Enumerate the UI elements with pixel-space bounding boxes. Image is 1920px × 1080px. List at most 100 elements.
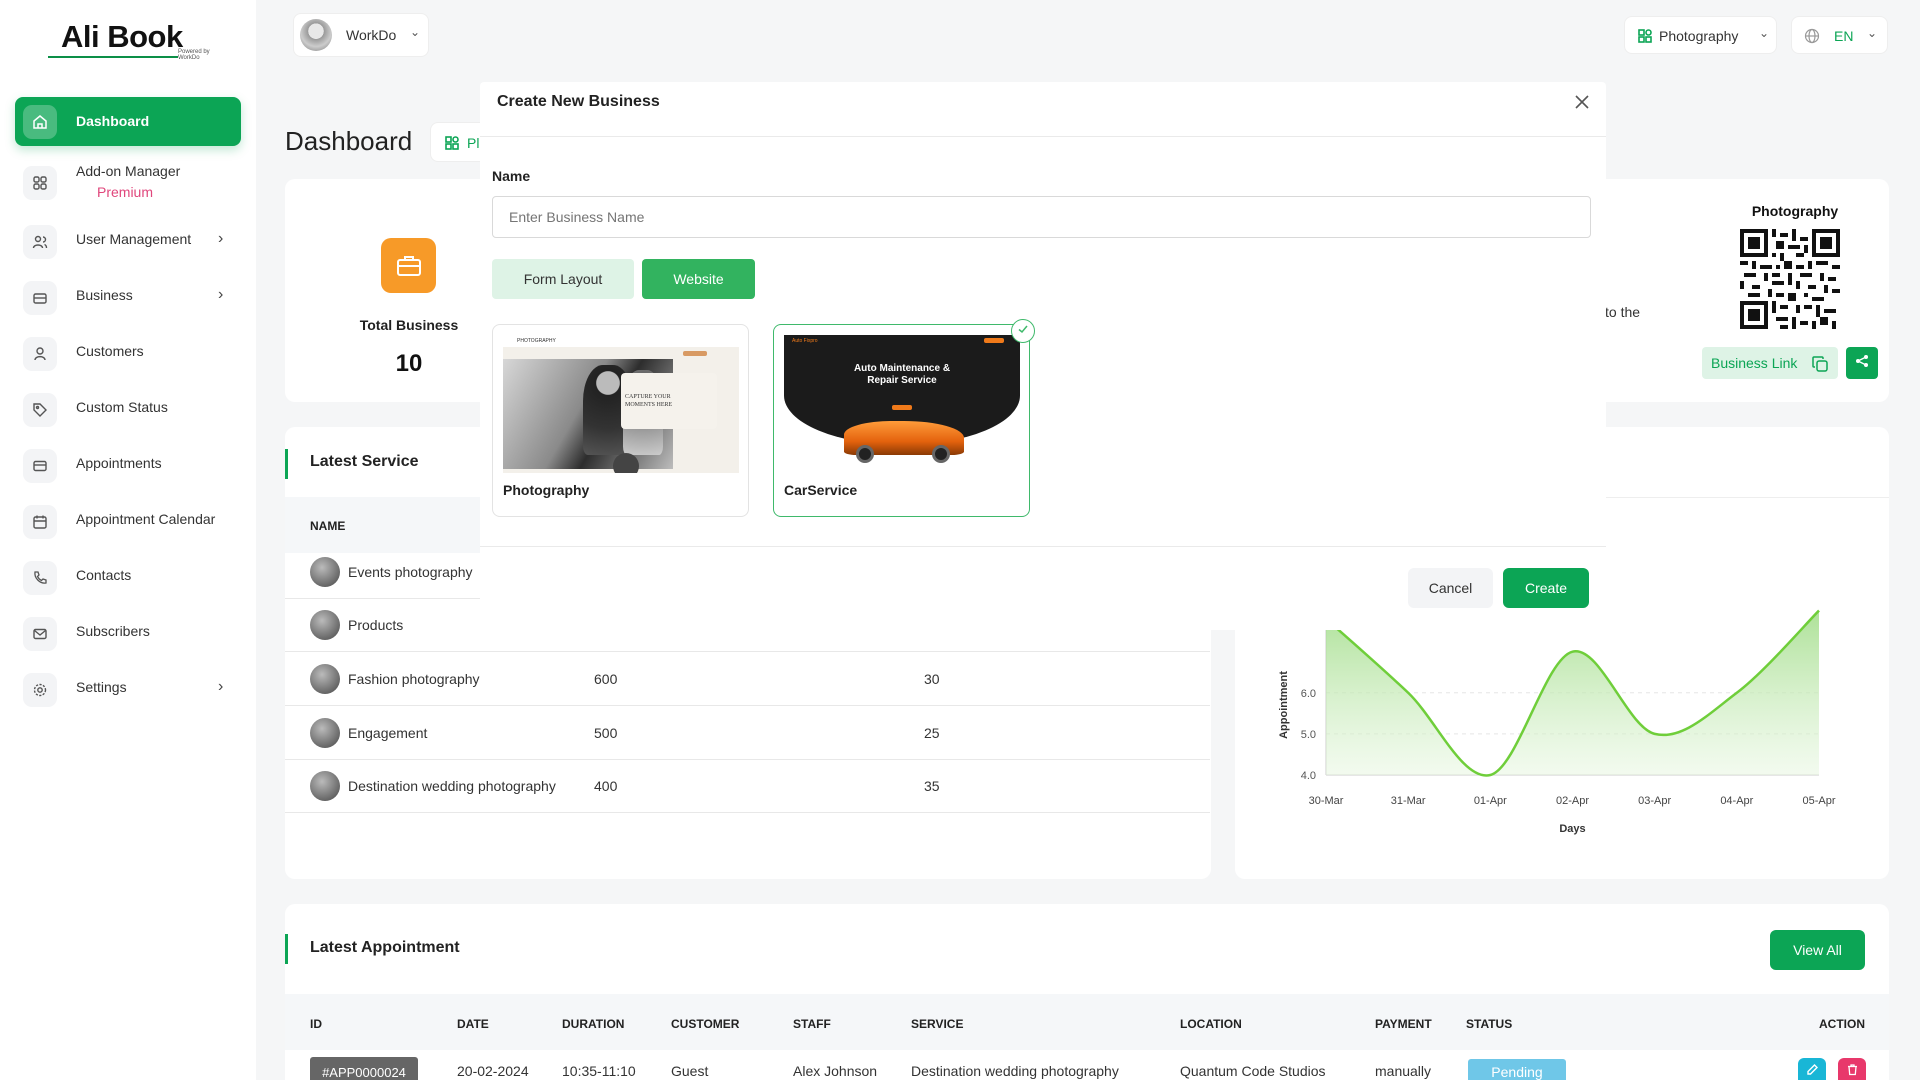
latest-appointment-title: Latest Appointment [310, 939, 460, 956]
template-preview-image: PHOTOGRAPHY CAPTURE YOUR MOMENTS HERE [503, 335, 739, 473]
grid-icon [444, 135, 460, 156]
create-button[interactable]: Create [1503, 568, 1589, 608]
business-selector[interactable]: Photography ⌄ [1624, 16, 1777, 54]
share-button[interactable] [1846, 347, 1878, 379]
sidebar-item-label: Contacts [76, 567, 132, 583]
latest-service-title: Latest Service [310, 453, 419, 470]
logo[interactable]: Ali Book Powered by WorkDo [48, 18, 210, 61]
appointment-customer: Guest [671, 1063, 709, 1079]
service-duration: 25 [924, 725, 940, 741]
sidebar-item-subscribers[interactable]: Subscribers [15, 614, 241, 654]
sidebar-item-appointment-calendar[interactable]: Appointment Calendar [15, 502, 241, 542]
template-preview-image: Auto Fixpro Auto Maintenance & Repair Se… [784, 335, 1020, 473]
selected-check-badge [1011, 319, 1035, 343]
avatar [310, 718, 340, 748]
column-header-name: NAME [310, 519, 346, 533]
calendar-icon [23, 505, 57, 539]
x-tick-label: 30-Mar [1309, 795, 1344, 807]
column-header-duration: DURATION [562, 1017, 625, 1031]
tag-icon [23, 393, 57, 427]
business-selector-label: Photography [1659, 28, 1739, 44]
name-label: Name [492, 168, 531, 184]
column-header-location: LOCATION [1180, 1017, 1242, 1031]
sidebar-item-business[interactable]: Business › [15, 278, 241, 318]
business-name-input[interactable] [492, 196, 1591, 238]
column-header-staff: STAFF [793, 1017, 831, 1031]
qr-code-icon [1740, 229, 1840, 329]
close-button[interactable] [1568, 90, 1596, 118]
service-price: 400 [594, 778, 618, 794]
preview-button [984, 338, 1004, 343]
chevron-down-icon: ⌄ [1867, 26, 1878, 40]
divider [285, 651, 1210, 652]
x-tick-label: 04-Apr [1720, 795, 1753, 807]
y-axis-label: Appointment [1278, 671, 1290, 739]
sidebar-item-custom-status[interactable]: Custom Status [15, 390, 241, 430]
delete-button[interactable] [1838, 1058, 1866, 1080]
service-price: 600 [594, 671, 618, 687]
preview-brand: PHOTOGRAPHY [517, 338, 556, 344]
service-name: Engagement [348, 725, 428, 741]
service-duration: 35 [924, 778, 940, 794]
chart-area [1326, 610, 1819, 776]
language-selector[interactable]: EN ⌄ [1791, 16, 1888, 54]
sidebar-item-addon-manager[interactable]: Add-on Manager Premium [15, 160, 241, 206]
logo-underline [48, 56, 178, 58]
preview-brand: Auto Fixpro [792, 338, 818, 344]
divider [285, 812, 1210, 813]
template-card-carservice[interactable]: Auto Fixpro Auto Maintenance & Repair Se… [773, 319, 1035, 517]
latest-appointment-card: Latest Appointment View All ID DATE DURA… [285, 904, 1889, 1080]
sidebar: Ali Book Powered by WorkDo Dashboard Add… [0, 0, 256, 1080]
sidebar-item-customers[interactable]: Customers [15, 334, 241, 374]
appointment-staff: Alex Johnson [793, 1063, 878, 1079]
column-header-customer: CUSTOMER [671, 1017, 740, 1031]
preview-headline-box: CAPTURE YOUR MOMENTS HERE [621, 373, 717, 429]
template-card-photography[interactable]: PHOTOGRAPHY CAPTURE YOUR MOMENTS HERE Ph… [492, 324, 749, 517]
avatar [300, 19, 332, 51]
workspace-selector[interactable]: WorkDo ⌄ [293, 13, 429, 57]
column-header-status: STATUS [1466, 1017, 1513, 1031]
grid-icon [23, 166, 57, 200]
home-icon [23, 105, 57, 139]
mail-icon [23, 617, 57, 651]
sidebar-item-user-management[interactable]: User Management › [15, 222, 241, 262]
tab-website[interactable]: Website [642, 259, 755, 299]
column-header-id: ID [310, 1017, 322, 1031]
business-link-button[interactable]: Business Link [1702, 347, 1838, 379]
appointment-id-badge[interactable]: #APP0000024 [310, 1057, 418, 1080]
workspace-name: WorkDo [346, 27, 397, 43]
sidebar-item-settings[interactable]: Settings › [15, 670, 241, 710]
premium-label: Premium [97, 184, 154, 200]
divider [480, 136, 1606, 137]
x-axis-label: Days [1559, 823, 1585, 835]
tab-form-layout[interactable]: Form Layout [492, 259, 634, 299]
business-card-title: Photography [1751, 203, 1839, 219]
total-business-value: 10 [395, 350, 423, 377]
template-name: Photography [503, 482, 590, 498]
x-tick-label: 03-Apr [1638, 795, 1671, 807]
avatar [310, 664, 340, 694]
sidebar-item-label: Add-on Manager [76, 163, 181, 179]
chevron-right-icon: › [218, 286, 224, 303]
preview-avatar [613, 453, 639, 473]
check-icon [1017, 322, 1029, 340]
logo-powered-by: Powered by WorkDo [178, 49, 210, 61]
sidebar-item-appointments[interactable]: Appointments [15, 446, 241, 486]
preview-button [683, 351, 707, 356]
sidebar-item-label: Subscribers [76, 623, 150, 639]
column-header-action: ACTION [1819, 1017, 1865, 1031]
chevron-down-icon: ⌄ [1759, 26, 1770, 40]
sidebar-item-dashboard[interactable]: Dashboard [15, 97, 241, 146]
edit-button[interactable] [1798, 1058, 1826, 1080]
sidebar-item-contacts[interactable]: Contacts [15, 558, 241, 598]
briefcase-icon [23, 281, 57, 315]
page-title: Dashboard [285, 126, 413, 156]
view-all-button[interactable]: View All [1770, 930, 1865, 970]
column-header-date: DATE [457, 1017, 489, 1031]
business-card-text: to the [1605, 304, 1641, 320]
cancel-button[interactable]: Cancel [1408, 568, 1493, 608]
avatar [310, 557, 340, 587]
divider [285, 705, 1210, 706]
x-tick-label: 02-Apr [1556, 795, 1589, 807]
column-header-service: SERVICE [911, 1017, 964, 1031]
